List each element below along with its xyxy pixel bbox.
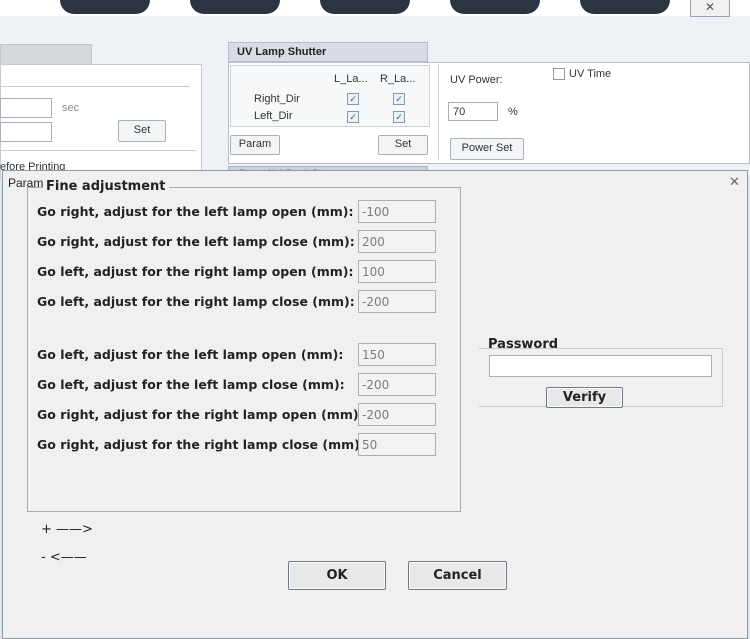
verify-button[interactable]: Verify xyxy=(546,387,623,408)
fine-adjust-value[interactable]: 200 xyxy=(358,230,436,253)
left-panel-tab[interactable] xyxy=(0,44,92,66)
checkbox-right-dir-left-lamp[interactable]: ✓ xyxy=(347,93,359,105)
fine-adjust-label: Go left, adjust for the right lamp close… xyxy=(37,294,355,309)
ok-button[interactable]: OK xyxy=(288,561,386,590)
password-legend: Password xyxy=(488,337,559,352)
fine-adjust-value[interactable]: -200 xyxy=(358,373,436,396)
grid-col-right: R_La... xyxy=(380,73,416,85)
grid-col-left: L_La... xyxy=(334,73,368,85)
group-shadow xyxy=(10,187,27,512)
fine-adjust-value[interactable]: -100 xyxy=(358,200,436,223)
direction-plus-legend: + ——> xyxy=(41,522,93,537)
main-window: ✕ sec Set efore Printing UV Lamp Shutter… xyxy=(0,0,750,180)
fine-adjust-label: Go right, adjust for the right lamp open… xyxy=(37,407,364,422)
title-bar-decoration xyxy=(320,0,410,14)
uv-time-label: UV Time xyxy=(569,68,612,80)
fine-adjust-label: Go right, adjust for the left lamp open … xyxy=(37,204,354,219)
param-dialog: Param ✕ Fine adjustment Go right, adjust… xyxy=(2,170,748,639)
set-button[interactable]: Set xyxy=(118,120,166,142)
checkbox-left-dir-left-lamp[interactable]: ✓ xyxy=(347,111,359,123)
fine-adjust-value[interactable]: -200 xyxy=(358,290,436,313)
uv-lamp-shutter-tab[interactable]: UV Lamp Shutter xyxy=(228,42,428,62)
close-icon: ✕ xyxy=(704,0,716,14)
grid-row-label: Right_Dir xyxy=(254,93,300,105)
uv-power-label: UV Power: xyxy=(450,74,503,86)
password-input[interactable] xyxy=(489,355,712,377)
uv-power-unit: % xyxy=(508,106,518,118)
sec-unit-label: sec xyxy=(62,102,80,114)
uv-time-checkbox[interactable] xyxy=(553,68,565,80)
title-bar-decoration xyxy=(580,0,670,14)
title-bar-decoration xyxy=(190,0,280,14)
checkbox-left-dir-right-lamp[interactable]: ✓ xyxy=(393,111,405,123)
time-input[interactable] xyxy=(0,98,52,118)
divider xyxy=(0,150,196,151)
power-set-button[interactable]: Power Set xyxy=(450,138,524,160)
title-bar-decoration xyxy=(60,0,150,14)
fine-adjust-value[interactable]: 50 xyxy=(358,433,436,456)
fine-adjust-value[interactable]: -200 xyxy=(358,403,436,426)
uv-power-input[interactable]: 70 xyxy=(448,102,498,121)
fine-adjust-label: Go left, adjust for the right lamp open … xyxy=(37,264,354,279)
divider xyxy=(438,64,439,160)
direction-minus-legend: - <—— xyxy=(41,550,87,565)
fine-adjust-label: Go left, adjust for the left lamp open (… xyxy=(37,347,344,362)
fine-adjust-label: Go left, adjust for the left lamp close … xyxy=(37,377,345,392)
param-button[interactable]: Param xyxy=(230,135,280,155)
uv-set-button[interactable]: Set xyxy=(378,135,428,155)
title-bar-decoration xyxy=(450,0,540,14)
fine-adjust-value[interactable]: 100 xyxy=(358,260,436,283)
fine-adjust-label: Go right, adjust for the right lamp clos… xyxy=(37,437,365,452)
fine-adjust-value[interactable]: 150 xyxy=(358,343,436,366)
cancel-button[interactable]: Cancel xyxy=(408,561,507,590)
checkbox-right-dir-right-lamp[interactable]: ✓ xyxy=(393,93,405,105)
divider xyxy=(0,86,190,87)
fine-adjustment-legend: Fine adjustment xyxy=(43,179,169,194)
close-icon[interactable]: ✕ xyxy=(729,174,740,190)
grid-row-label: Left_Dir xyxy=(254,110,293,122)
fine-adjust-label: Go right, adjust for the left lamp close… xyxy=(37,234,355,249)
main-close-button[interactable]: ✕ xyxy=(690,0,730,17)
second-input[interactable] xyxy=(0,122,52,142)
